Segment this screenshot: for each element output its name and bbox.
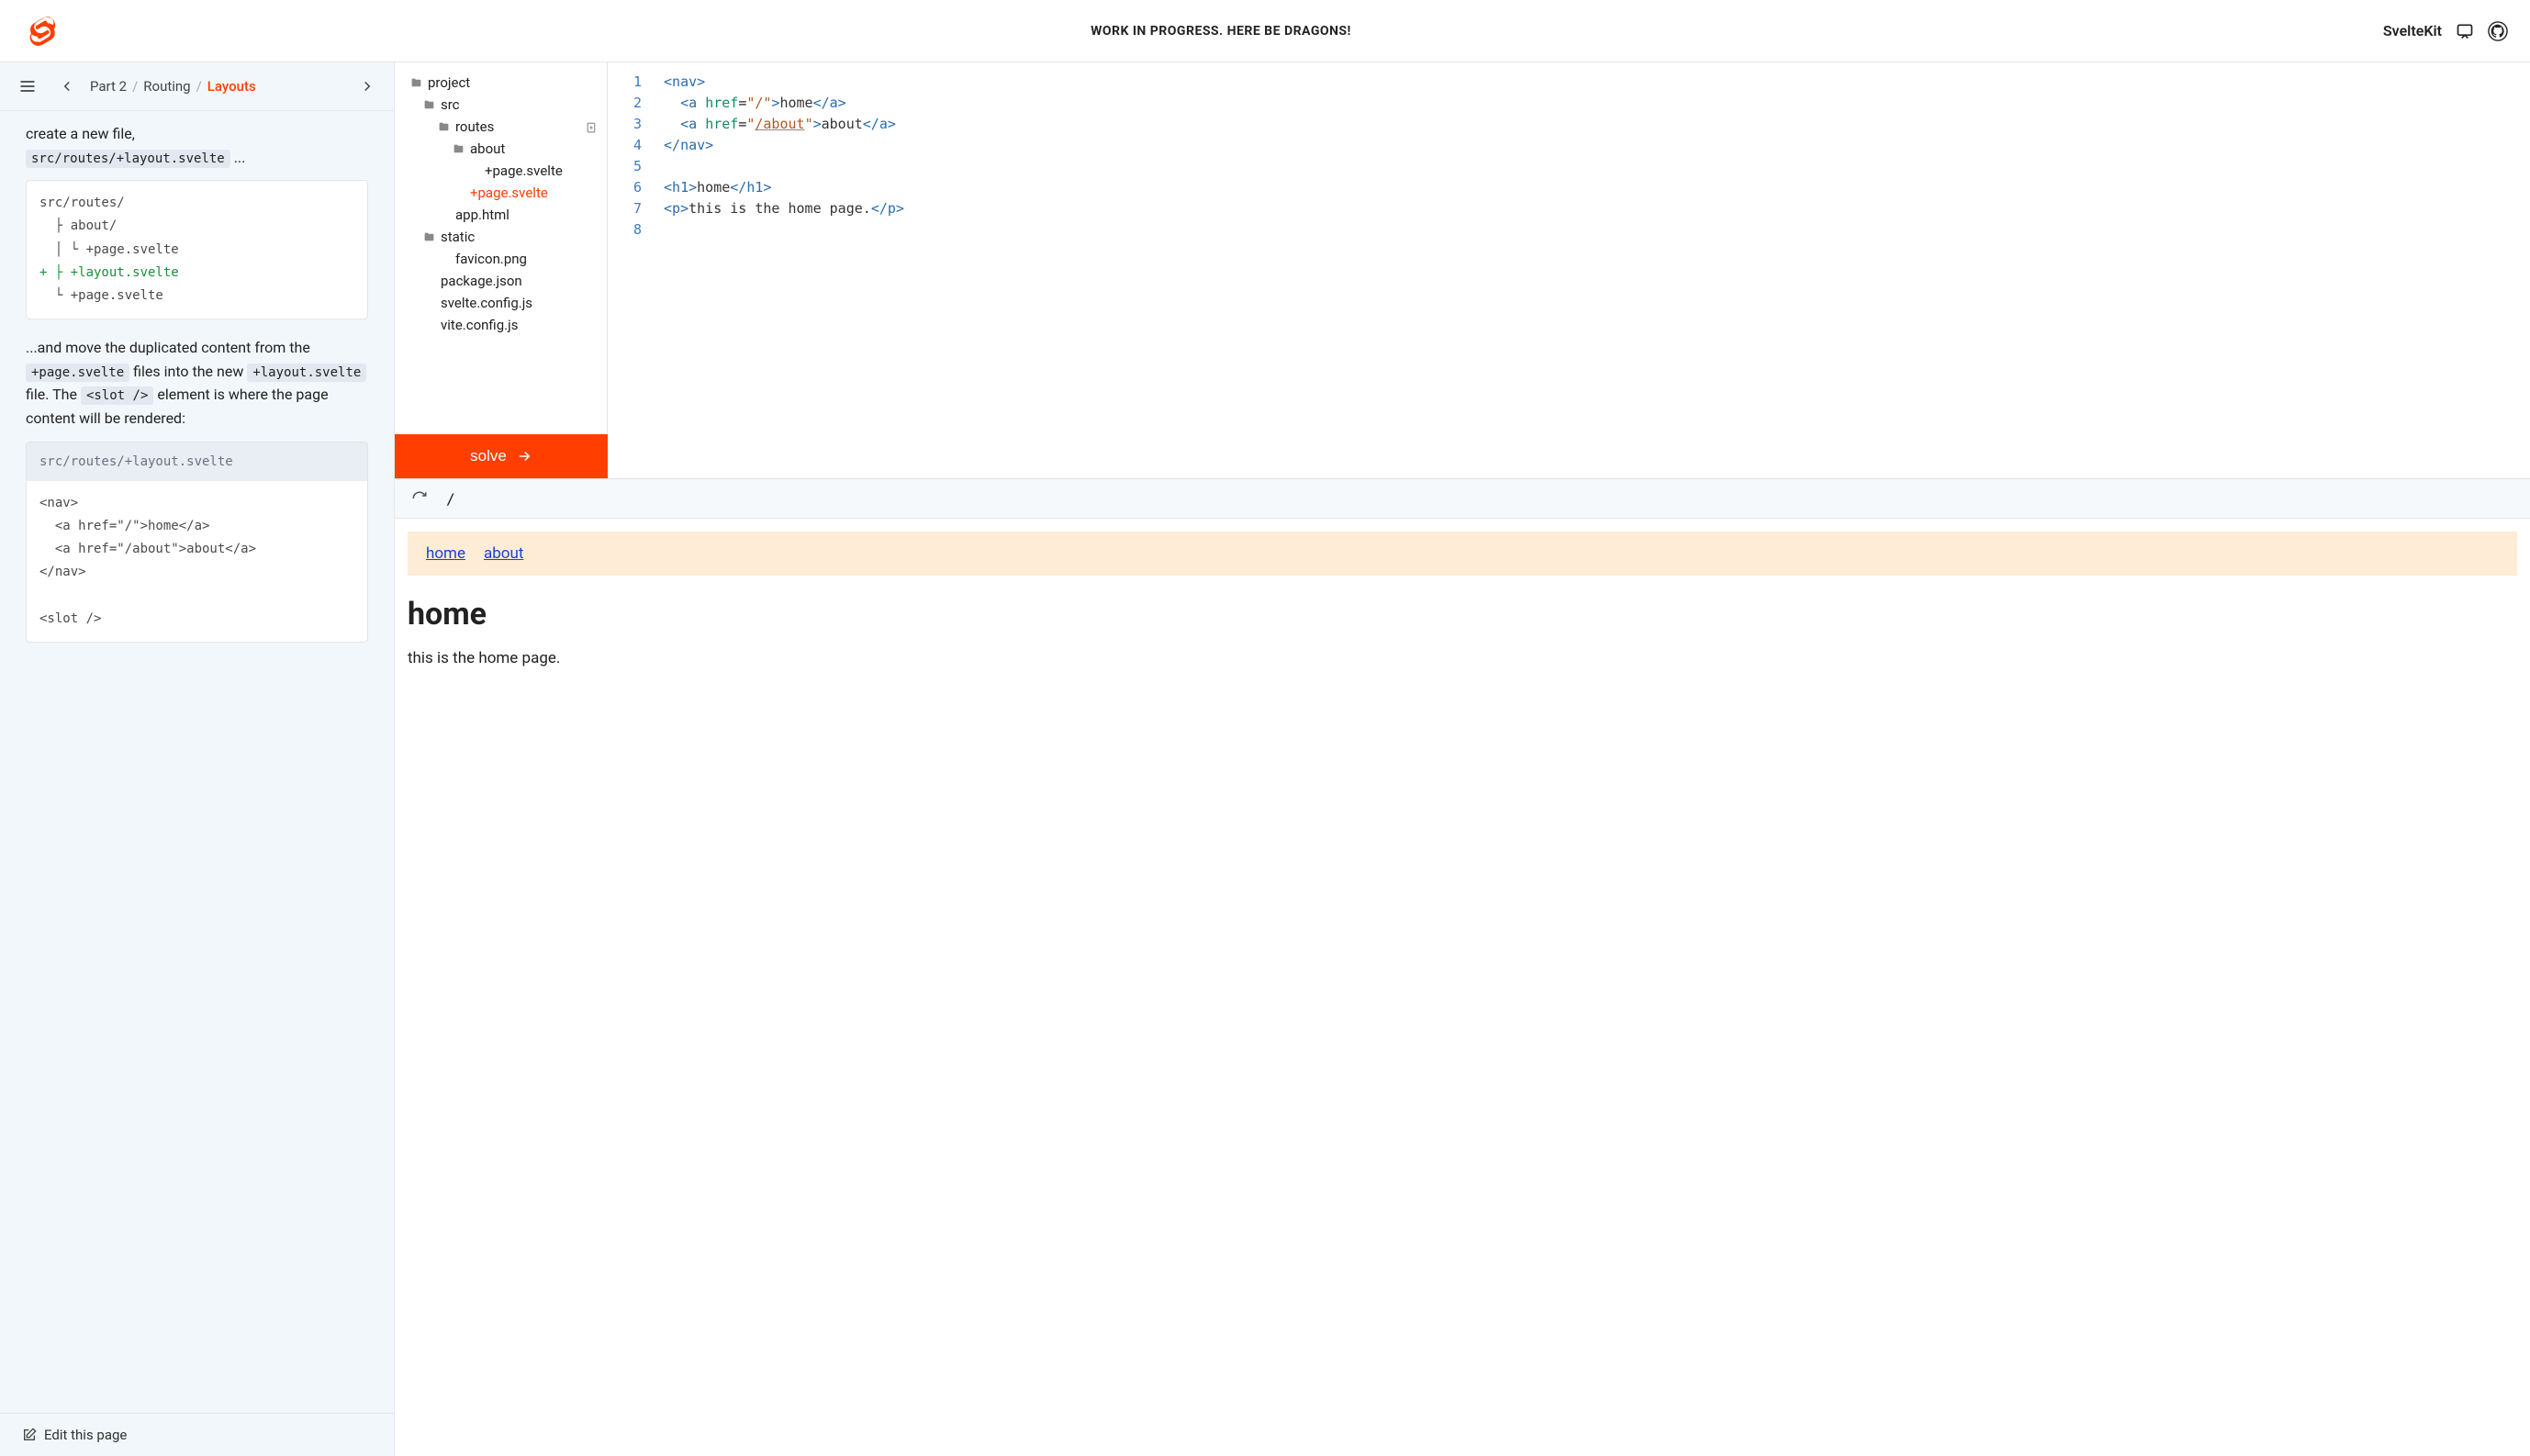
file-tree-item[interactable]: project (406, 72, 601, 94)
file-tree-item[interactable]: about (406, 138, 601, 160)
codeblock-body: <nav> <a href="/">home</a> <a href="/abo… (27, 481, 367, 642)
file-tree-item[interactable]: +page.svelte (406, 182, 601, 204)
file-tree-item[interactable]: package.json (406, 270, 601, 292)
line-gutter: 12345678 (608, 68, 655, 478)
lesson-footer: Edit this page (0, 1413, 394, 1456)
folder-icon (422, 98, 435, 111)
code-area[interactable]: <nav> <a href="/">home</a> <a href="/abo… (655, 68, 913, 478)
ellipsis: ... (234, 149, 246, 166)
brand-link[interactable]: SvelteKit (2383, 22, 2442, 39)
add-file-icon[interactable] (586, 121, 598, 133)
lesson-text: create a new file, (26, 125, 135, 142)
svelte-logo-icon[interactable] (22, 13, 59, 50)
arrow-right-icon (516, 448, 532, 465)
code-inline: src/routes/+layout.svelte (26, 150, 230, 168)
preview-nav-home[interactable]: home (426, 544, 465, 563)
file-tree: projectsrcroutesabout+page.svelte+page.s… (395, 62, 608, 434)
file-tree-item[interactable]: app.html (406, 204, 601, 226)
github-icon[interactable] (2488, 21, 2508, 41)
preview-paragraph: this is the home page. (408, 649, 2517, 667)
menu-button[interactable] (15, 73, 40, 99)
breadcrumb: Part 2 / Routing / Layouts (90, 78, 344, 95)
folder-icon (409, 76, 422, 89)
next-button[interactable] (355, 74, 379, 98)
app-header: WORK IN PROGRESS. HERE BE DRAGONS! Svelt… (0, 0, 2530, 62)
folder-icon (422, 230, 435, 243)
lesson-content: create a new file, src/routes/+layout.sv… (0, 111, 394, 1413)
chat-icon[interactable] (2455, 21, 2475, 41)
file-tree-item[interactable]: vite.config.js (406, 314, 601, 336)
code-editor[interactable]: 12345678 <nav> <a href="/">home</a> <a h… (608, 62, 2530, 478)
file-tree-item[interactable]: static (406, 226, 601, 248)
file-tree-item[interactable]: +page.svelte (406, 160, 601, 182)
solve-button[interactable]: solve (395, 434, 608, 478)
preview-heading: home (408, 596, 2517, 633)
preview-pane: home about home this is the home page. (395, 519, 2530, 1456)
preview-nav-about[interactable]: about (484, 544, 523, 563)
preview-toolbar: / (395, 479, 2530, 519)
folder-icon (452, 142, 465, 155)
lesson-nav: Part 2 / Routing / Layouts (0, 62, 394, 111)
preview-nav: home about (408, 532, 2517, 576)
file-tree-codeblock: src/routes/ ├ about/ │ └ +page.svelte + … (26, 180, 368, 319)
layout-codeblock: src/routes/+layout.svelte <nav> <a href=… (26, 442, 368, 644)
codeblock-header: src/routes/+layout.svelte (27, 442, 367, 481)
lesson-panel: Part 2 / Routing / Layouts create a new … (0, 62, 395, 1456)
banner-text: WORK IN PROGRESS. HERE BE DRAGONS! (1091, 24, 1351, 39)
folder-icon (437, 120, 450, 133)
crumb-section[interactable]: Routing (143, 78, 190, 95)
crumb-part[interactable]: Part 2 (90, 78, 127, 95)
edit-page-link[interactable]: Edit this page (22, 1427, 127, 1443)
reload-button[interactable] (408, 487, 431, 510)
file-tree-item[interactable]: favicon.png (406, 248, 601, 270)
file-tree-item[interactable]: svelte.config.js (406, 292, 601, 314)
lesson-para-2: ...and move the duplicated content from … (26, 336, 368, 430)
file-tree-item[interactable]: routes (406, 116, 601, 138)
preview-url[interactable]: / (446, 490, 455, 508)
prev-button[interactable] (55, 74, 79, 98)
edit-icon (22, 1428, 37, 1442)
crumb-current[interactable]: Layouts (207, 78, 256, 95)
file-tree-item[interactable]: src (406, 94, 601, 116)
